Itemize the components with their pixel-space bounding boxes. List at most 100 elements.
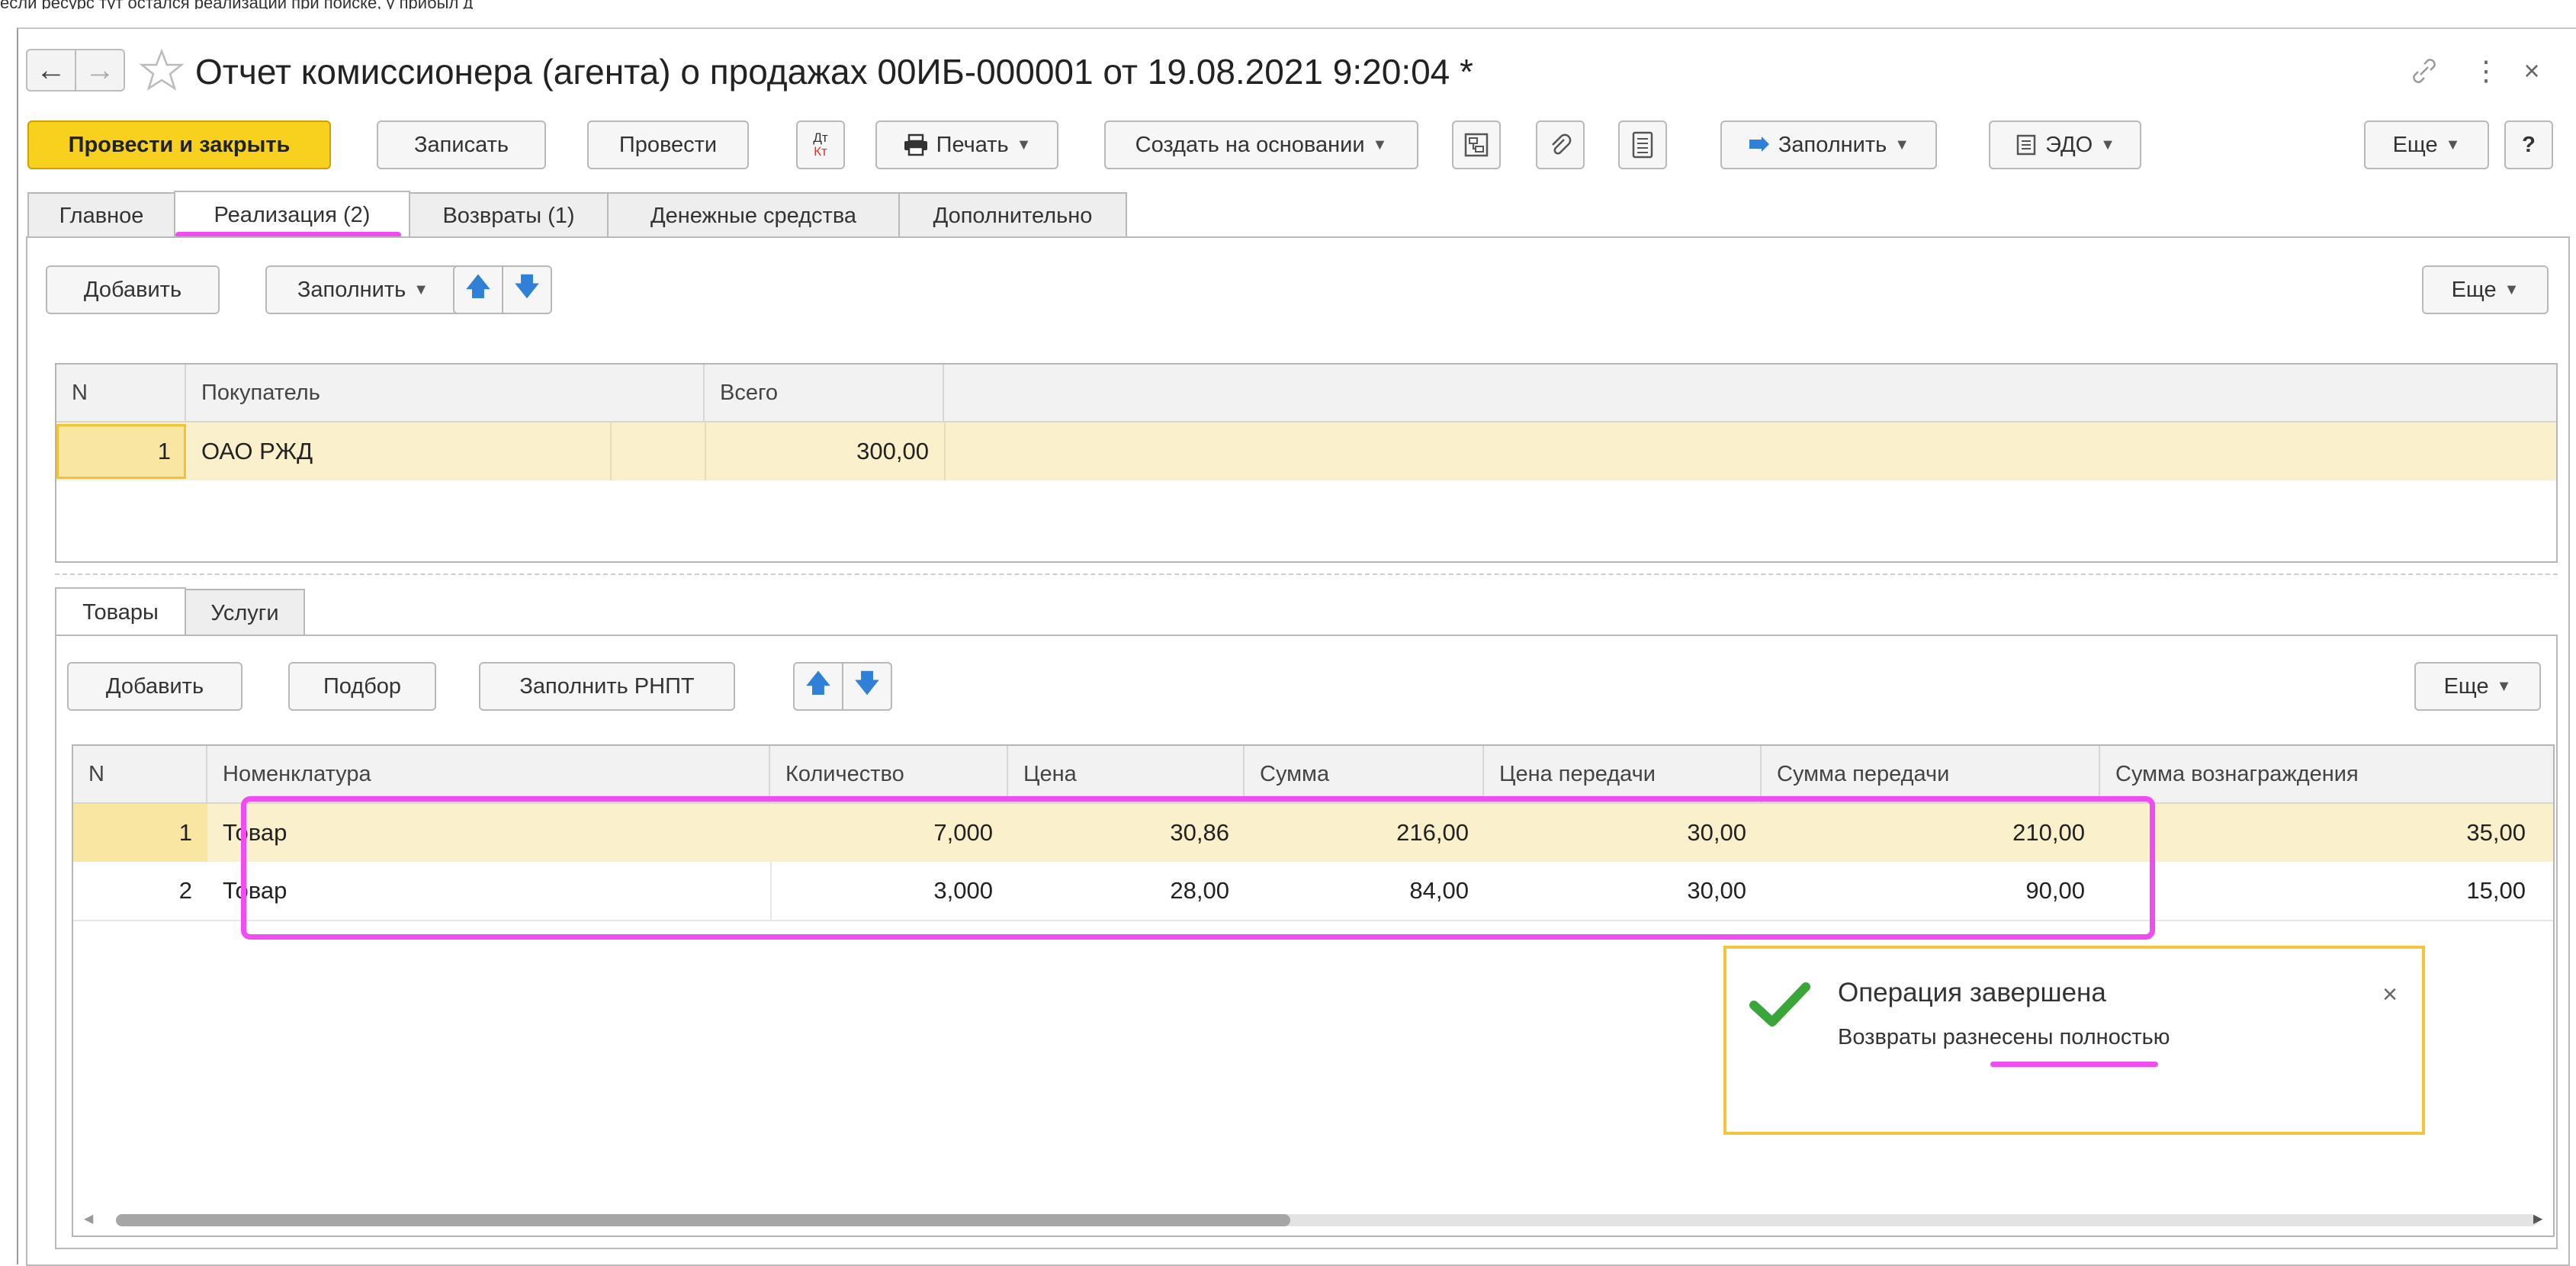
favorite-star-icon[interactable] [139,47,185,93]
chevron-down-icon: ▼ [1372,136,1388,153]
tab-services[interactable]: Услуги [185,589,305,636]
sales-more-button[interactable]: Еще ▼ [2422,265,2549,314]
kt-label: Кт [814,144,827,159]
message-underline-highlight [1990,1062,2158,1067]
arrow-up-icon: 🡅 [464,272,492,301]
reward-cell[interactable]: 15,00 [2100,862,2553,920]
arrow-left-icon: ← [36,53,66,87]
column-header-n[interactable]: N [73,746,207,804]
fill-label: Заполнить [1778,132,1887,157]
notification-message: Возвраты разнесены полностью [1838,1025,2170,1049]
tab-additional[interactable]: Дополнительно [898,192,1127,238]
printer-icon [903,133,929,156]
tab-sales[interactable]: Реализация (2) [174,191,410,238]
column-header-price[interactable]: Цена [1008,746,1245,804]
window-title: Отчет комиссионера (агента) о продажах 0… [195,52,1473,92]
horizontal-scrollbar-thumb[interactable] [116,1214,1290,1226]
chevron-down-icon: ▼ [2504,281,2520,298]
edo-label: ЭДО [2045,132,2093,157]
attachment-icon[interactable] [1536,120,1585,169]
goods-more-button[interactable]: Еще ▼ [2414,662,2541,711]
rows-highlight-box [241,796,2155,940]
notification-popup: Операция завершена Возвраты разнесены по… [1723,946,2425,1135]
close-icon[interactable]: × [2517,52,2547,90]
tab-returns[interactable]: Возвраты (1) [409,192,609,238]
report-icon[interactable] [1618,120,1667,169]
chevron-down-icon: ▼ [413,281,429,298]
column-header-item[interactable]: Номенклатура [207,746,770,804]
column-header-reward[interactable]: Сумма вознаграждения [2100,746,2553,804]
checkmark-icon [1749,978,1810,1031]
column-header-qty[interactable]: Количество [770,746,1008,804]
row-number: 1 [157,438,171,464]
sales-fill-label: Заполнить [297,277,406,302]
column-header-n[interactable]: N [56,365,186,423]
post-button[interactable]: Провести [587,120,749,169]
fill-button[interactable]: Заполнить ▼ [1720,120,1937,169]
column-header-transfer-price[interactable]: Цена передачи [1484,746,1762,804]
arrow-up-icon: 🡅 [805,668,832,698]
tab-main[interactable]: Главное [27,192,175,238]
create-based-on-button[interactable]: Создать на основании ▼ [1104,120,1418,169]
structure-icon[interactable] [1452,120,1501,169]
notification-close-icon[interactable]: × [2375,979,2405,1010]
link-icon[interactable] [2405,52,2443,90]
edo-icon [2015,133,2038,156]
chevron-down-icon: ▼ [2496,677,2512,695]
goods-add-button[interactable]: Добавить [67,662,243,711]
column-header-sum[interactable]: Сумма [1245,746,1484,804]
print-button[interactable]: Печать ▼ [875,120,1058,169]
create-based-label: Создать на основании [1135,132,1365,157]
document-window: ← → Отчет комиссионера (агента) о продаж… [17,27,2576,1266]
sales-add-button[interactable]: Добавить [46,265,220,314]
back-button[interactable]: ← [26,49,76,92]
move-down-button[interactable]: 🡇 [502,265,552,314]
dt-label: Дт [813,130,828,145]
chevron-down-icon: ▼ [1016,136,1032,153]
goods-move-up-button[interactable]: 🡅 [793,662,843,711]
more-button[interactable]: Еще ▼ [2364,120,2489,169]
panel-splitter[interactable] [55,574,2558,575]
more-vertical-icon[interactable]: ⋮ [2472,52,2500,90]
edo-button[interactable]: ЭДО ▼ [1989,120,2141,169]
tab-cash[interactable]: Денежные средства [607,192,900,238]
fill-arrow-icon [1748,135,1771,155]
move-up-button[interactable]: 🡅 [453,265,503,314]
help-button[interactable]: ? [2504,120,2553,169]
chevron-down-icon: ▼ [2100,136,2115,153]
post-and-close-button[interactable]: Провести и закрыть [27,120,331,169]
column-header-empty [944,365,2556,423]
buyer-cell[interactable]: ОАО РЖД [186,423,705,480]
row-number: 1 [178,819,192,846]
sales-more-label: Еще [2451,277,2497,302]
total-cell[interactable]: 300,00 [705,423,944,480]
more-label: Еще [2392,132,2438,157]
column-header-total[interactable]: Всего [705,365,944,423]
goods-move-down-button[interactable]: 🡇 [842,662,892,711]
fill-rnpt-button[interactable]: Заполнить РНПТ [479,662,735,711]
column-header-buyer[interactable]: Покупатель [186,365,705,423]
scroll-left-icon[interactable]: ◀ [84,1211,107,1229]
sales-fill-button[interactable]: Заполнить ▼ [265,265,461,314]
sales-table: N Покупатель Всего 1 ОАО РЖД 300,00 [55,363,2558,563]
row-number: 2 [178,877,192,904]
scroll-right-icon[interactable]: ▶ [2533,1211,2553,1229]
reward-cell[interactable]: 35,00 [2100,804,2553,862]
column-header-transfer-sum[interactable]: Сумма передачи [1762,746,2100,804]
chevron-down-icon: ▼ [1894,136,1910,153]
chevron-down-icon: ▼ [2445,136,2461,153]
arrow-right-icon: → [85,53,115,87]
select-button[interactable]: Подбор [288,662,436,711]
arrow-down-icon: 🡇 [853,668,881,698]
column-divider [944,423,946,480]
tab-goods[interactable]: Товары [55,587,186,636]
write-button[interactable]: Записать [377,120,546,169]
background-text-strip: если ресурс тут остался реализации при п… [0,0,2576,9]
print-label: Печать [936,132,1009,157]
goods-more-label: Еще [2443,673,2489,699]
column-divider [610,423,612,480]
forward-button[interactable]: → [75,49,125,92]
dt-kt-icon[interactable]: Дт Кт [796,120,845,169]
goods-panel: Добавить Подбор Заполнить РНПТ 🡅 🡇 Еще ▼… [55,635,2558,1249]
notification-title: Операция завершена [1838,978,2106,1007]
